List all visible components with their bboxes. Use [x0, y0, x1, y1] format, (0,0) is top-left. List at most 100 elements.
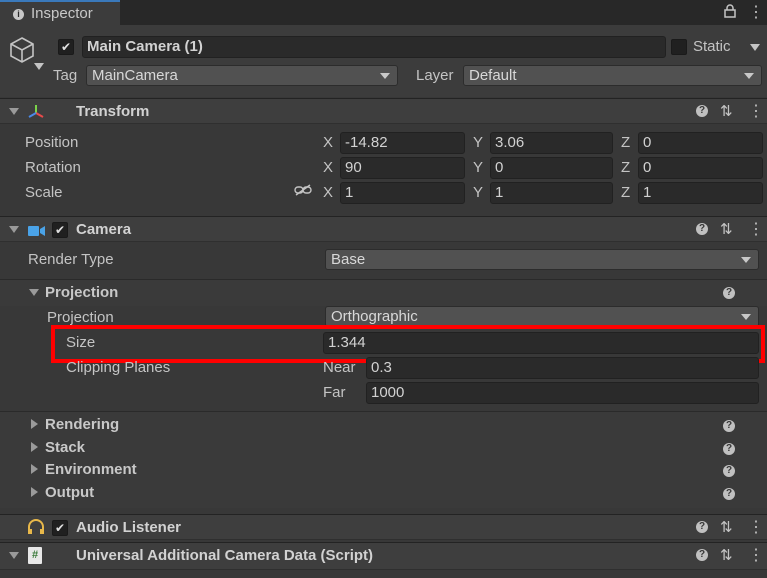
layer-label: Layer — [416, 67, 454, 84]
section-chevron-icon[interactable] — [31, 419, 38, 429]
axis-z-label[interactable]: Z — [621, 159, 630, 176]
headphones-icon — [27, 519, 45, 539]
section-stack[interactable]: Stack — [45, 439, 85, 456]
axis-y-label[interactable]: Y — [473, 159, 483, 176]
section-chevron-icon[interactable] — [31, 464, 38, 474]
more-options-icon[interactable]: ⋮ — [748, 2, 764, 22]
audio-listener-title: Audio Listener — [76, 519, 182, 536]
collapse-chevron-icon[interactable] — [9, 552, 19, 559]
scale-x-field[interactable]: 1 — [340, 182, 465, 204]
axis-y-label[interactable]: Y — [473, 134, 483, 151]
help-icon[interactable]: ? — [723, 443, 735, 455]
axis-y-label[interactable]: Y — [473, 184, 483, 201]
axis-x-label[interactable]: X — [323, 184, 333, 201]
script-header[interactable]: # Universal Additional Camera Data (Scri… — [0, 542, 767, 570]
projection-section-title: Projection — [45, 284, 119, 301]
layer-dropdown[interactable]: Default — [463, 65, 762, 86]
static-checkbox[interactable] — [671, 39, 687, 55]
render-type-label: Render Type — [28, 251, 114, 268]
static-label: Static — [693, 38, 731, 55]
rotation-x-field[interactable]: 90 — [340, 157, 465, 179]
audio-listener-enabled-checkbox[interactable]: ✔ — [52, 520, 68, 536]
near-label[interactable]: Near — [323, 359, 356, 376]
collapse-chevron-icon[interactable] — [9, 226, 19, 233]
render-type-dropdown[interactable]: Base — [325, 249, 759, 270]
active-checkbox[interactable]: ✔ — [58, 39, 74, 55]
far-field[interactable]: 1000 — [366, 382, 759, 404]
projection-section-header[interactable]: Projection ? — [0, 280, 767, 306]
section-environment[interactable]: Environment — [45, 461, 137, 478]
layer-value: Default — [469, 67, 517, 84]
info-icon: i — [13, 9, 24, 20]
chevron-down-icon — [380, 73, 390, 79]
axis-z-label[interactable]: Z — [621, 184, 630, 201]
chevron-down-icon — [741, 257, 751, 263]
help-icon[interactable]: ? — [723, 287, 735, 299]
lock-icon[interactable] — [724, 4, 736, 21]
help-icon[interactable]: ? — [723, 420, 735, 432]
rotation-y-field[interactable]: 0 — [490, 157, 613, 179]
camera-icon — [28, 224, 46, 241]
scale-y-field[interactable]: 1 — [490, 182, 613, 204]
section-output[interactable]: Output — [45, 484, 94, 501]
rotation-label: Rotation — [25, 159, 81, 176]
section-chevron-icon[interactable] — [31, 442, 38, 452]
near-field[interactable]: 0.3 — [366, 357, 759, 379]
tag-dropdown[interactable]: MainCamera — [86, 65, 398, 86]
clipping-planes-label: Clipping Planes — [66, 359, 171, 376]
help-icon[interactable]: ? — [723, 488, 735, 500]
chevron-down-icon — [741, 314, 751, 320]
camera-header[interactable]: ✔ Camera ? ⇅ ⋮ — [0, 216, 767, 242]
script-icon: # — [28, 547, 42, 564]
rotation-z-field[interactable]: 0 — [638, 157, 763, 179]
axis-z-label[interactable]: Z — [621, 134, 630, 151]
tab-title: Inspector — [31, 5, 93, 22]
help-icon[interactable]: ? — [723, 465, 735, 477]
script-title: Universal Additional Camera Data (Script… — [76, 547, 374, 564]
scale-z-field[interactable]: 1 — [638, 182, 763, 204]
more-options-icon[interactable]: ⋮ — [748, 219, 764, 239]
position-x-field[interactable]: -14.82 — [340, 132, 465, 154]
presets-icon[interactable]: ⇅ — [720, 546, 733, 564]
projection-label: Projection — [47, 309, 114, 326]
tag-value: MainCamera — [92, 67, 178, 84]
render-type-value: Base — [331, 251, 366, 268]
gameobject-cube-icon[interactable] — [8, 36, 36, 68]
presets-icon[interactable]: ⇅ — [720, 102, 733, 120]
transform-header[interactable]: Transform ? ⇅ ⋮ — [0, 98, 767, 124]
icon-dropdown-chevron-icon[interactable] — [34, 63, 44, 70]
section-chevron-icon[interactable] — [31, 487, 38, 497]
tab-inspector[interactable]: i Inspector — [0, 0, 120, 25]
camera-title: Camera — [76, 221, 132, 238]
static-dropdown-chevron-icon[interactable] — [750, 44, 760, 51]
projection-dropdown[interactable]: Orthographic — [325, 306, 759, 327]
audio-listener-header[interactable]: ✔ Audio Listener ? ⇅ ⋮ — [0, 514, 767, 540]
presets-icon[interactable]: ⇅ — [720, 220, 733, 238]
position-z-field[interactable]: 0 — [638, 132, 763, 154]
help-icon[interactable]: ? — [696, 549, 708, 561]
presets-icon[interactable]: ⇅ — [720, 518, 733, 536]
camera-enabled-checkbox[interactable]: ✔ — [52, 222, 68, 238]
transform-axes-icon — [27, 103, 45, 125]
chevron-down-icon — [744, 73, 754, 79]
tab-bar: i Inspector ⋮ — [0, 0, 767, 25]
more-options-icon[interactable]: ⋮ — [748, 517, 764, 537]
collapse-chevron-icon[interactable] — [9, 108, 19, 115]
help-icon[interactable]: ? — [696, 521, 708, 533]
far-label[interactable]: Far — [323, 384, 346, 401]
help-icon[interactable]: ? — [696, 223, 708, 235]
more-options-icon[interactable]: ⋮ — [748, 101, 764, 121]
axis-x-label[interactable]: X — [323, 159, 333, 176]
axis-x-label[interactable]: X — [323, 134, 333, 151]
tag-label: Tag — [53, 67, 78, 84]
more-options-icon[interactable]: ⋮ — [748, 545, 764, 565]
gameobject-name-field[interactable]: Main Camera (1) — [82, 36, 666, 58]
help-icon[interactable]: ? — [696, 105, 708, 117]
constrain-proportions-link-icon[interactable] — [294, 183, 312, 200]
section-chevron-icon[interactable] — [29, 289, 39, 296]
position-y-field[interactable]: 3.06 — [490, 132, 613, 154]
position-label: Position — [25, 134, 79, 151]
section-rendering[interactable]: Rendering — [45, 416, 119, 433]
transform-title: Transform — [76, 103, 150, 120]
projection-value: Orthographic — [331, 308, 418, 325]
